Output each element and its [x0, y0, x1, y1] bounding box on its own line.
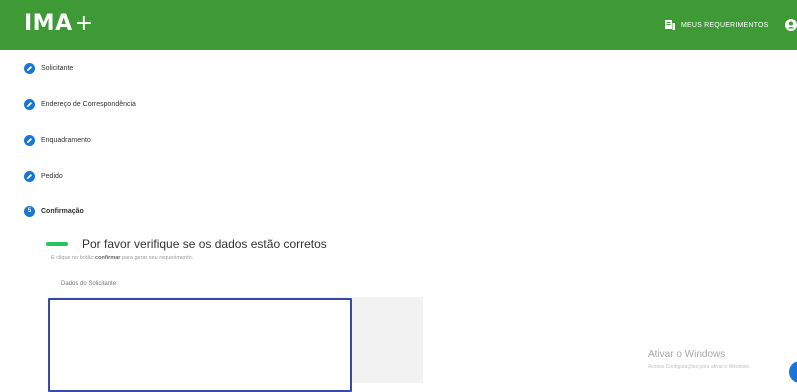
- step-enquadramento[interactable]: Enquadramento: [24, 134, 91, 146]
- pencil-icon: [24, 170, 35, 182]
- pencil-icon: [24, 134, 35, 146]
- step-endereco[interactable]: Endereço de Correspondência: [24, 98, 136, 110]
- my-requests-button[interactable]: MEUS REQUERIMENTOS: [665, 18, 768, 32]
- confirmation-title: Por favor verifique se os dados estão co…: [82, 237, 327, 251]
- step-pedido[interactable]: Pedido: [24, 170, 63, 182]
- document-list-icon: [665, 20, 675, 30]
- windows-watermark-title: Ativar o Windows: [648, 349, 726, 360]
- pencil-icon: [24, 98, 35, 110]
- section-label-solicitante: Dados do Solicitante: [61, 281, 117, 287]
- step-label: Pedido: [41, 172, 63, 180]
- hint-suffix: para gerar seu requerimento.: [121, 255, 194, 261]
- pencil-icon: [24, 62, 35, 74]
- my-requests-label: MEUS REQUERIMENTOS: [681, 21, 769, 29]
- logo-plus: +: [74, 11, 94, 36]
- account-circle-icon[interactable]: [785, 19, 797, 31]
- step-label: Confirmação: [41, 207, 84, 215]
- step-number: 5: [24, 205, 35, 217]
- step-label: Enquadramento: [41, 136, 91, 144]
- confirmation-hint: E clique no botão confirmar para gerar s…: [51, 255, 193, 261]
- hint-prefix: E clique no botão: [51, 255, 94, 261]
- step-label: Endereço de Correspondência: [41, 100, 136, 108]
- confirmation-heading: Por favor verifique se os dados estão co…: [46, 237, 327, 251]
- data-box: [48, 298, 352, 392]
- step-label: Solicitante: [41, 64, 74, 72]
- accent-bar: [46, 242, 68, 246]
- hint-bold: confirmar: [95, 255, 121, 261]
- app-header: IMA+ MEUS REQUERIMENTOS: [0, 0, 797, 50]
- step-solicitante[interactable]: Solicitante: [24, 62, 73, 74]
- step-confirmacao[interactable]: 5 Confirmação: [24, 205, 84, 217]
- app-logo[interactable]: IMA+: [24, 10, 94, 38]
- floating-action-button[interactable]: [789, 361, 797, 383]
- windows-watermark-subtitle: Acesse Configurações para ativar o Windo…: [648, 364, 751, 370]
- logo-text: IMA: [24, 11, 73, 36]
